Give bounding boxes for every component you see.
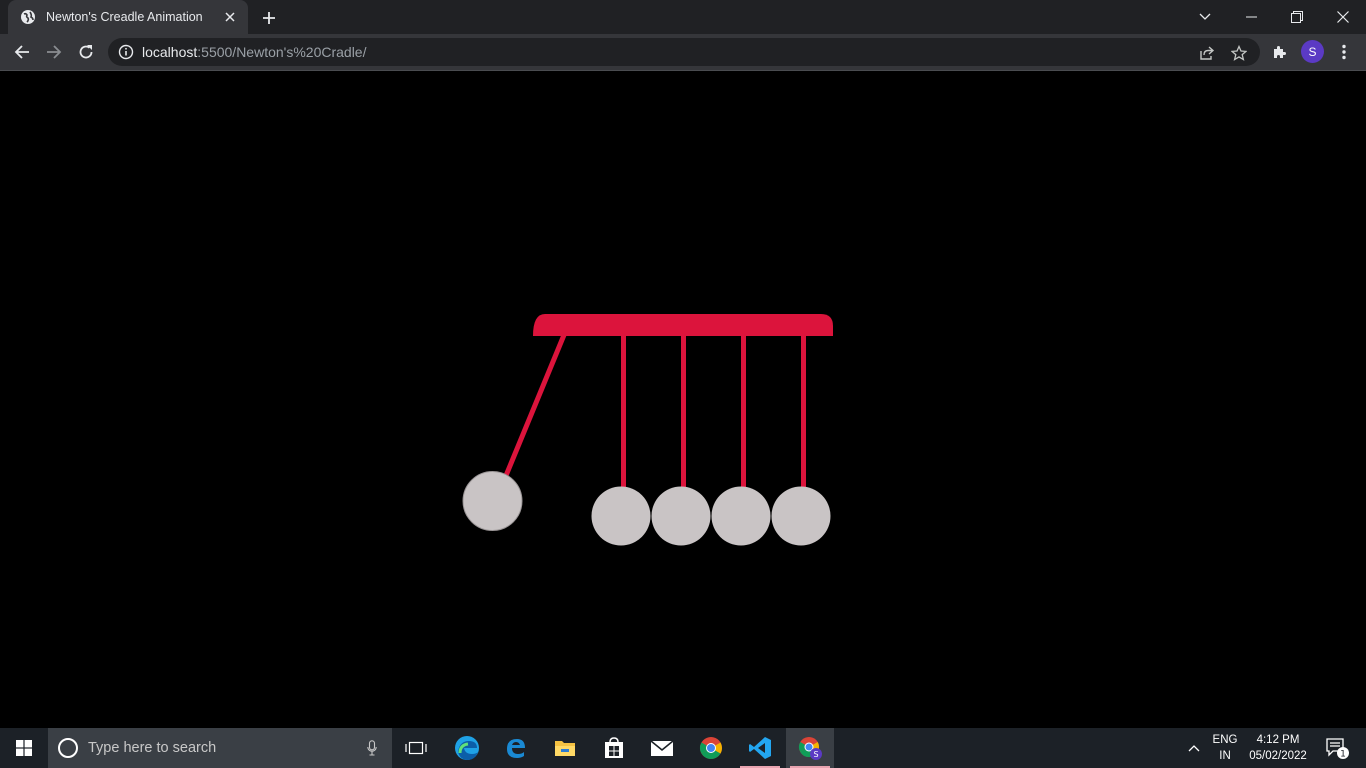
ball-5 xyxy=(771,486,831,546)
ball-1 xyxy=(462,471,523,531)
vscode-icon[interactable] xyxy=(736,728,784,768)
minimize-icon[interactable] xyxy=(1228,0,1274,34)
ball-3 xyxy=(651,486,711,546)
notification-center-icon[interactable]: 1 xyxy=(1318,728,1358,768)
site-info-icon[interactable] xyxy=(118,44,134,60)
newtons-cradle xyxy=(462,314,833,546)
edge-icon[interactable] xyxy=(443,728,491,768)
close-window-icon[interactable] xyxy=(1320,0,1366,34)
mail-icon[interactable] xyxy=(638,728,686,768)
search-placeholder: Type here to search xyxy=(88,740,217,756)
url-text: localhost:5500/Newton's%20Cradle/ xyxy=(142,44,367,60)
task-view-icon[interactable] xyxy=(392,728,440,768)
extensions-puzzle-icon[interactable] xyxy=(1266,38,1294,66)
share-icon[interactable] xyxy=(1198,44,1216,62)
svg-text:1: 1 xyxy=(1340,750,1346,760)
profile-avatar[interactable]: S xyxy=(1301,40,1324,63)
microphone-icon[interactable] xyxy=(352,740,392,756)
address-bar[interactable]: localhost:5500/Newton's%20Cradle/ xyxy=(108,38,1260,66)
back-icon[interactable] xyxy=(8,38,36,66)
language-indicator[interactable]: ENG IN xyxy=(1210,732,1240,764)
windows-taskbar: Type here to search S ENG IN 4:12 PM 05/… xyxy=(0,728,1366,768)
browser-tab[interactable]: Newton's Creadle Animation xyxy=(8,0,248,34)
clock[interactable]: 4:12 PM 05/02/2022 xyxy=(1244,732,1312,764)
taskbar-search-box[interactable]: Type here to search xyxy=(48,728,392,768)
cortana-icon xyxy=(58,738,78,758)
browser-titlebar: Newton's Creadle Animation xyxy=(0,0,1366,34)
forward-icon[interactable] xyxy=(40,38,68,66)
browser-toolbar: localhost:5500/Newton's%20Cradle/ xyxy=(0,34,1366,70)
edge-legacy-icon[interactable] xyxy=(492,728,540,768)
page-viewport xyxy=(0,71,1366,728)
chrome-profile-icon[interactable]: S xyxy=(786,728,834,768)
string-1 xyxy=(502,334,567,479)
close-tab-icon[interactable] xyxy=(218,5,242,29)
file-explorer-icon[interactable] xyxy=(541,728,589,768)
cradle-frame xyxy=(533,314,833,336)
menu-kebab-icon[interactable] xyxy=(1330,38,1358,66)
restore-icon[interactable] xyxy=(1274,0,1320,34)
clock-time: 4:12 PM xyxy=(1256,734,1300,746)
microsoft-store-icon[interactable] xyxy=(590,728,638,768)
tab-title: Newton's Creadle Animation xyxy=(46,10,203,24)
clock-date: 05/02/2022 xyxy=(1249,750,1307,762)
tab-search-chevron-icon[interactable] xyxy=(1182,0,1228,34)
ball-4 xyxy=(711,486,771,546)
ball-2 xyxy=(591,486,651,546)
svg-text:S: S xyxy=(813,750,818,759)
tray-chevron-up-icon[interactable] xyxy=(1180,728,1208,768)
bookmark-star-icon[interactable] xyxy=(1230,44,1248,62)
new-tab-icon[interactable] xyxy=(256,5,282,31)
globe-icon xyxy=(20,9,36,25)
reload-icon[interactable] xyxy=(72,38,100,66)
windows-start-icon[interactable] xyxy=(0,728,48,768)
chrome-icon[interactable] xyxy=(687,728,735,768)
